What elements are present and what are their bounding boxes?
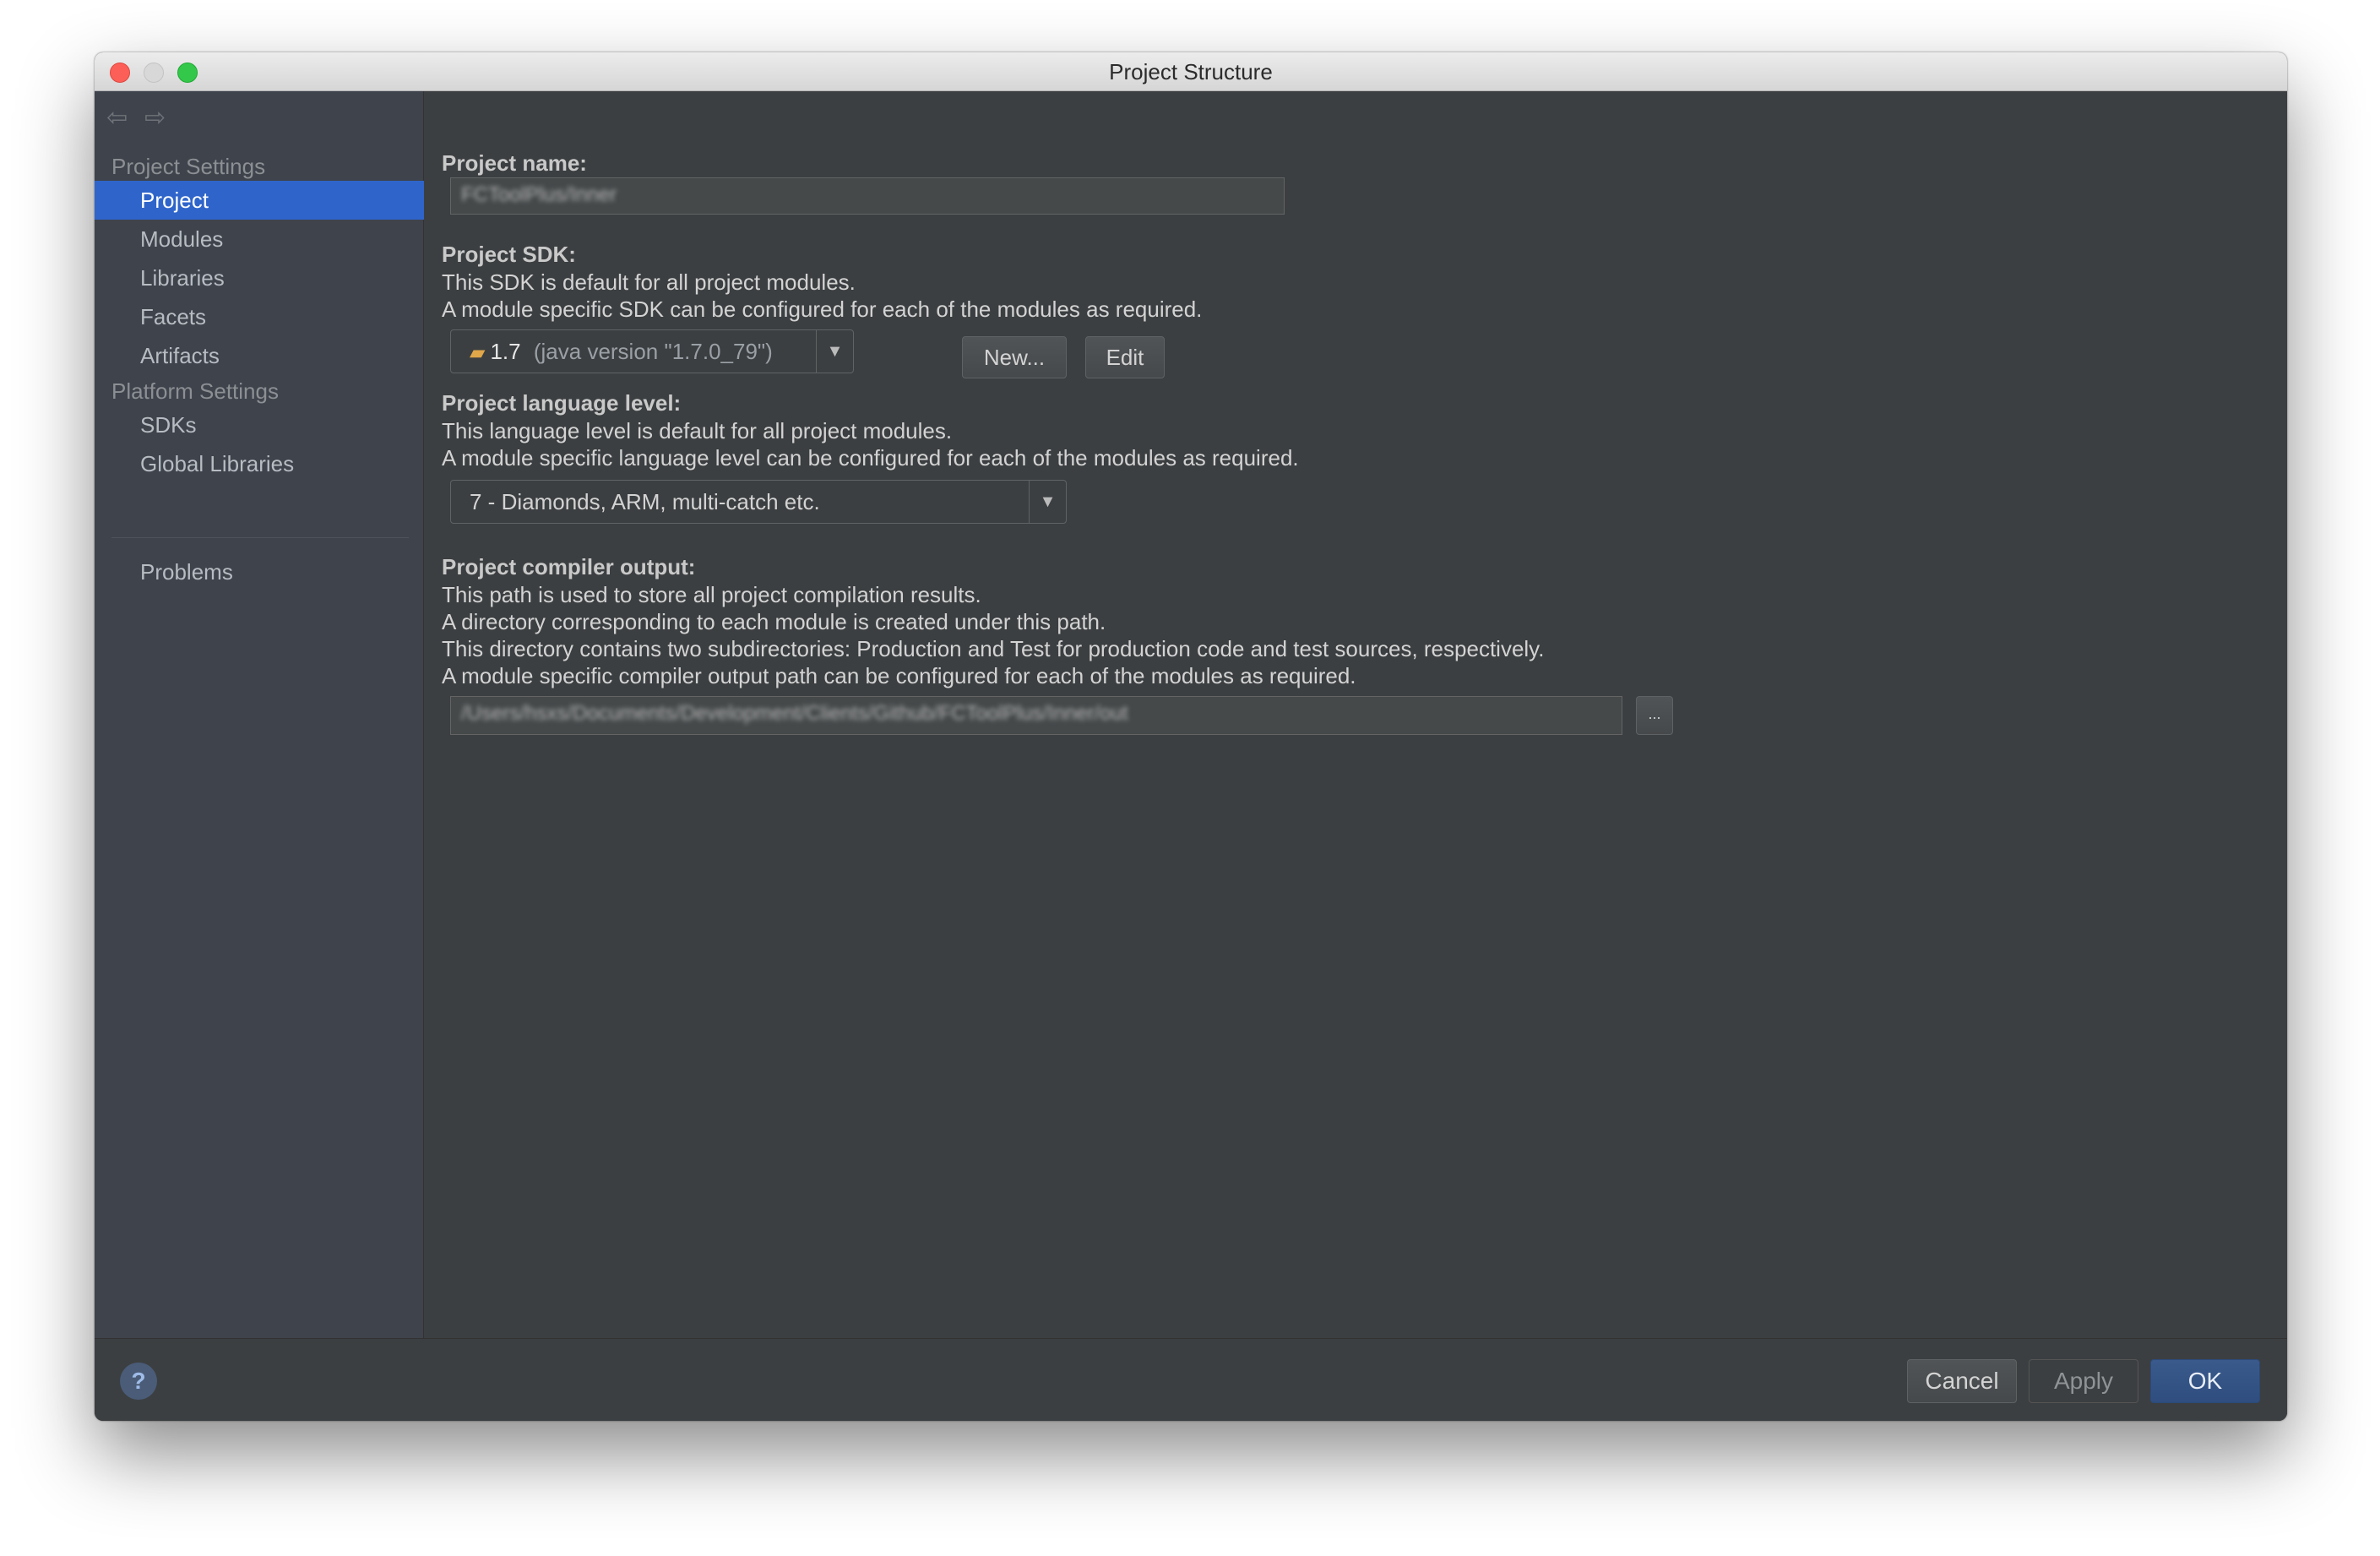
forward-arrow-icon[interactable]: ⇨ bbox=[144, 104, 166, 132]
sidebar-item-modules[interactable]: Modules bbox=[95, 220, 424, 258]
sdk-edit-button[interactable]: Edit bbox=[1085, 336, 1165, 378]
sidebar-item-artifacts[interactable]: Artifacts bbox=[95, 336, 424, 375]
help-icon[interactable]: ? bbox=[120, 1363, 157, 1400]
browse-path-button[interactable]: ... bbox=[1636, 696, 1673, 735]
sidebar-item-global-libraries[interactable]: Global Libraries bbox=[95, 444, 424, 483]
project-sdk-label: Project SDK: bbox=[442, 242, 576, 267]
sidebar-divider bbox=[111, 537, 409, 538]
language-level-selected: 7 - Diamonds, ARM, multi-catch etc. bbox=[470, 489, 820, 514]
language-level-desc-2: A module specific language level can be … bbox=[442, 445, 1299, 471]
sidebar-item-libraries[interactable]: Libraries bbox=[95, 258, 424, 297]
sidebar-item-problems[interactable]: Problems bbox=[95, 552, 424, 591]
sidebar-item-sdks[interactable]: SDKs bbox=[95, 405, 424, 444]
compiler-output-desc-2: A directory corresponding to each module… bbox=[442, 609, 1106, 634]
project-sdk-select[interactable]: ▰ 1.7 (java version "1.7.0_79") ▼ bbox=[450, 329, 854, 373]
sidebar-item-project[interactable]: Project bbox=[95, 181, 424, 220]
language-level-select[interactable]: 7 - Diamonds, ARM, multi-catch etc. ▼ bbox=[450, 480, 1067, 524]
sdk-selected-detail: (java version "1.7.0_79") bbox=[533, 339, 773, 364]
back-arrow-icon[interactable]: ⇦ bbox=[106, 104, 128, 132]
sdk-folder-icon: ▰ bbox=[470, 341, 486, 364]
project-name-label: Project name: bbox=[442, 150, 587, 176]
sdk-selected-version: 1.7 bbox=[490, 339, 521, 364]
chevron-down-icon[interactable]: ▼ bbox=[1029, 481, 1066, 523]
project-settings-panel: Project name: FCToolPlus/Inner Project S… bbox=[425, 91, 2287, 1338]
sidebar-item-facets[interactable]: Facets bbox=[95, 297, 424, 336]
project-sdk-desc-1: This SDK is default for all project modu… bbox=[442, 269, 856, 295]
language-level-desc-1: This language level is default for all p… bbox=[442, 418, 953, 443]
ok-button[interactable]: OK bbox=[2150, 1359, 2260, 1403]
compiler-output-label: Project compiler output: bbox=[442, 554, 696, 579]
project-sdk-desc-2: A module specific SDK can be configured … bbox=[442, 297, 1203, 322]
project-name-value: FCToolPlus/Inner bbox=[461, 183, 617, 206]
project-name-input[interactable]: FCToolPlus/Inner bbox=[450, 177, 1285, 215]
language-level-label: Project language level: bbox=[442, 390, 682, 416]
project-structure-window: Project Structure ⇦ ⇨ Project Settings Pr… bbox=[95, 52, 2287, 1421]
section-header-project-settings: Project Settings bbox=[111, 154, 266, 179]
nav-arrows: ⇦ ⇨ bbox=[106, 103, 182, 133]
dialog-footer: ? Cancel Apply OK bbox=[95, 1338, 2287, 1421]
sdk-new-button[interactable]: New... bbox=[962, 336, 1067, 378]
compiler-output-desc-1: This path is used to store all project c… bbox=[442, 582, 981, 607]
window-title: Project Structure bbox=[1109, 59, 1273, 84]
chevron-down-icon[interactable]: ▼ bbox=[816, 330, 853, 373]
compiler-output-path-value: /Users/hsxs/Documents/Development/Client… bbox=[461, 702, 1128, 725]
apply-button[interactable]: Apply bbox=[2029, 1359, 2138, 1403]
title-bar: Project Structure bbox=[95, 52, 2287, 91]
cancel-button[interactable]: Cancel bbox=[1907, 1359, 2017, 1403]
compiler-output-desc-3: This directory contains two subdirectori… bbox=[442, 636, 1545, 661]
compiler-output-desc-4: A module specific compiler output path c… bbox=[442, 663, 1356, 688]
compiler-output-path-input[interactable]: /Users/hsxs/Documents/Development/Client… bbox=[450, 696, 1622, 735]
sidebar: ⇦ ⇨ Project Settings Project Modules Libr… bbox=[95, 91, 424, 1338]
section-header-platform-settings: Platform Settings bbox=[111, 378, 279, 404]
